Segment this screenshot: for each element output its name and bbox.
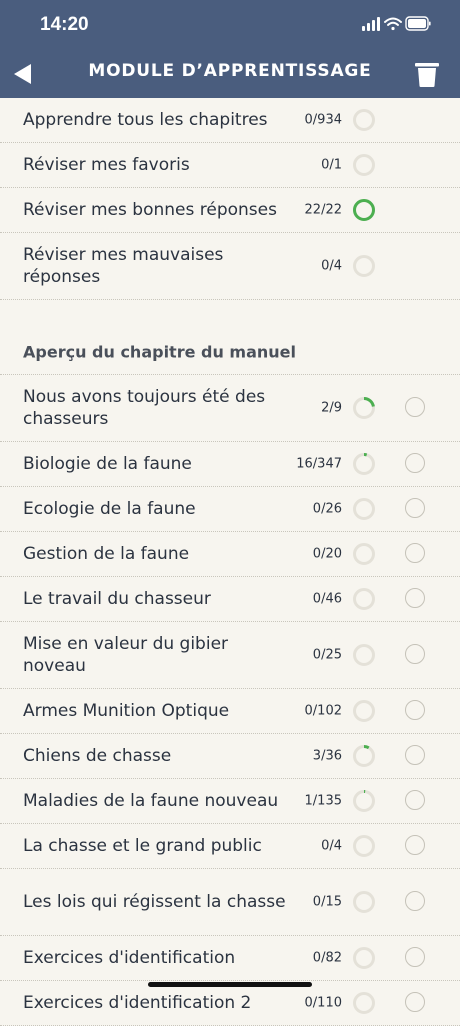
select-circle[interactable] xyxy=(405,891,425,911)
list-item[interactable]: Exercices d'identification 0/82 xyxy=(0,936,460,981)
select-circle[interactable] xyxy=(405,790,425,810)
progress-ring-icon xyxy=(353,790,375,812)
progress-ring-icon xyxy=(353,498,375,520)
select-circle[interactable] xyxy=(405,835,425,855)
list-item-label: Exercices d'identification xyxy=(23,948,236,968)
list-item-count: 2/9 xyxy=(321,400,342,416)
list-item-count: 0/934 xyxy=(304,112,342,128)
list-item-count: 0/1 xyxy=(321,157,342,173)
list-item-label: Exercices d'identification 2 xyxy=(23,993,252,1013)
select-circle[interactable] xyxy=(405,498,425,518)
list-item[interactable]: Réviser mes favoris 0/1 xyxy=(0,143,460,188)
list-item-count: 0/82 xyxy=(312,950,342,966)
section-title: Aperçu du chapitre du manuel xyxy=(23,342,297,362)
list-item-label: Réviser mes favoris xyxy=(23,155,190,175)
page-title: MODULE D’APPRENTISSAGE xyxy=(88,61,372,81)
select-circle[interactable] xyxy=(405,543,425,563)
list-item-label: Biologie de la faune xyxy=(23,454,192,474)
list-item-count: 3/36 xyxy=(312,748,342,764)
progress-ring-icon xyxy=(353,891,375,913)
progress-ring-icon xyxy=(353,644,375,666)
select-circle[interactable] xyxy=(405,700,425,720)
progress-ring-icon xyxy=(353,992,375,1014)
list-item[interactable]: Maladies de la faune nouveau 1/135 xyxy=(0,779,460,824)
list-item[interactable]: Nous avons toujours été des chasseurs 2/9 xyxy=(0,375,460,442)
progress-ring-icon xyxy=(353,745,375,767)
progress-ring-icon xyxy=(353,154,375,176)
trash-button[interactable] xyxy=(414,60,440,88)
list-item[interactable]: Les lois qui régissent la chasse 0/15 xyxy=(0,869,460,936)
list-item-count: 0/46 xyxy=(312,591,342,607)
progress-ring-icon xyxy=(353,588,375,610)
progress-ring-icon xyxy=(353,700,375,722)
select-circle[interactable] xyxy=(405,453,425,473)
progress-ring-icon xyxy=(353,199,375,221)
list-item-label: Ecologie de la faune xyxy=(23,499,196,519)
list-item[interactable]: Biologie de la faune 16/347 xyxy=(0,442,460,487)
list-item[interactable]: Chiens de chasse 3/36 xyxy=(0,734,460,779)
navigation-bar: 14:20 MODULE D’APPRENTISSAGE xyxy=(0,0,460,98)
status-icons xyxy=(362,14,432,38)
list-item-count: 0/4 xyxy=(321,838,342,854)
progress-ring-icon xyxy=(353,835,375,857)
list-item[interactable]: Mise en valeur du gibier noveau 0/25 xyxy=(0,622,460,689)
list-item-label: La chasse et le grand public xyxy=(23,836,262,856)
list-item-count: 0/110 xyxy=(304,995,342,1011)
list-item-label: Mise en valeur du gibier noveau xyxy=(23,634,229,676)
list-item-count: 0/15 xyxy=(312,894,342,910)
list-item-label: Apprendre tous les chapitres xyxy=(23,110,268,130)
list-item-count: 0/20 xyxy=(312,546,342,562)
select-circle[interactable] xyxy=(405,588,425,608)
list-item[interactable]: Réviser mes bonnes réponses 22/22 xyxy=(0,188,460,233)
progress-ring-icon xyxy=(353,109,375,131)
list-item-label: Chiens de chasse xyxy=(23,746,172,766)
list-item-count: 0/26 xyxy=(312,501,342,517)
list-item-count: 1/135 xyxy=(304,793,342,809)
list-item[interactable]: Exercices d'identification 2 0/110 xyxy=(0,981,460,1026)
list-item[interactable]: Le travail du chasseur 0/46 xyxy=(0,577,460,622)
battery-icon xyxy=(405,16,431,31)
list-item-count: 0/25 xyxy=(312,647,342,663)
list-item-label: Les lois qui régissent la chasse xyxy=(23,892,286,912)
list-item-label: Nous avons toujours été des chasseurs xyxy=(23,387,266,429)
list-item-label: Armes Munition Optique xyxy=(23,701,230,721)
list-item[interactable]: Apprendre tous les chapitres 0/934 xyxy=(0,98,460,143)
list-item[interactable]: Armes Munition Optique 0/102 xyxy=(0,689,460,734)
wifi-icon xyxy=(384,17,402,31)
list-item[interactable]: Réviser mes mauvaises réponses 0/4 xyxy=(0,233,460,300)
signal-icon xyxy=(362,17,380,31)
progress-ring-icon xyxy=(353,453,375,475)
home-indicator xyxy=(148,982,312,987)
select-circle[interactable] xyxy=(405,644,425,664)
list-item-count: 0/102 xyxy=(304,703,342,719)
list-item-label: Réviser mes mauvaises réponses xyxy=(23,245,224,287)
list-item-label: Le travail du chasseur xyxy=(23,589,211,609)
select-circle[interactable] xyxy=(405,397,425,417)
list-item-count: 0/4 xyxy=(321,258,342,274)
list-item[interactable]: Gestion de la faune 0/20 xyxy=(0,532,460,577)
select-circle[interactable] xyxy=(405,992,425,1012)
progress-ring-icon xyxy=(353,255,375,277)
trash-icon xyxy=(415,63,439,87)
module-list: Apprendre tous les chapitres 0/934 Réviser… xyxy=(0,98,460,1026)
list-item-label: Maladies de la faune nouveau xyxy=(23,791,279,811)
list-item[interactable]: Ecologie de la faune 0/26 xyxy=(0,487,460,532)
progress-ring-icon xyxy=(353,543,375,565)
list-item-count: 16/347 xyxy=(296,456,342,472)
progress-ring-icon xyxy=(353,397,375,419)
list-item-label: Réviser mes bonnes réponses xyxy=(23,200,277,220)
status-time: 14:20 xyxy=(40,14,89,35)
select-circle[interactable] xyxy=(405,745,425,765)
progress-ring-icon xyxy=(353,947,375,969)
select-circle[interactable] xyxy=(405,947,425,967)
list-item-label: Gestion de la faune xyxy=(23,544,190,564)
section-header: Aperçu du chapitre du manuel xyxy=(0,330,460,375)
list-item-count: 22/22 xyxy=(304,202,342,218)
list-item[interactable]: La chasse et le grand public 0/4 xyxy=(0,824,460,869)
